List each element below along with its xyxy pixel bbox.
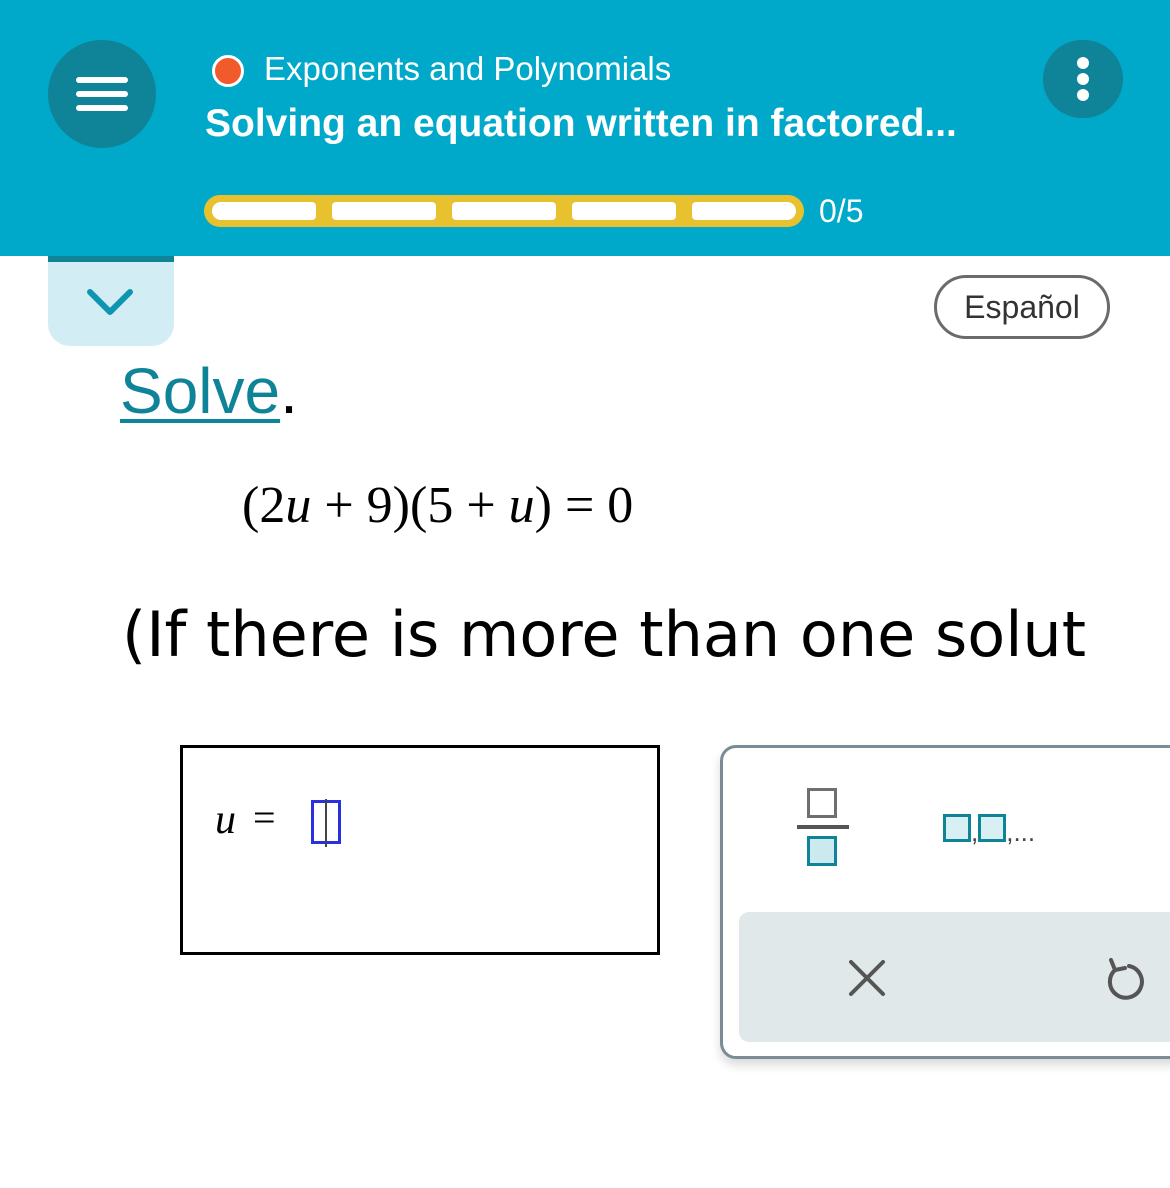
progress-segment: [332, 202, 436, 220]
solve-link[interactable]: Solve: [120, 355, 280, 427]
answer-input[interactable]: [311, 799, 341, 847]
equation-term: + 9: [311, 477, 393, 534]
equation: (2u + 9)(5 + u) = 0: [242, 476, 633, 535]
language-toggle-button[interactable]: Español: [934, 275, 1110, 339]
chevron-down-icon: [87, 289, 133, 315]
hint-text: (If there is more than one solut: [122, 598, 1087, 671]
equation-variable: u: [508, 477, 535, 534]
equation-term: 5 +: [427, 477, 509, 534]
more-options-button[interactable]: [1043, 40, 1123, 118]
progress-segment: [212, 202, 316, 220]
answer-equals: =: [253, 795, 276, 840]
math-keypad: , ,...: [720, 745, 1170, 1059]
equation-rhs: = 0: [551, 477, 634, 534]
instruction: Solve.: [120, 354, 298, 428]
list-separator: ,: [971, 817, 979, 847]
status-dot: [212, 55, 244, 87]
progress-count: 0/5: [819, 193, 864, 229]
topic-label: Exponents and Polynomials: [264, 50, 672, 87]
list-slot-icon: [943, 814, 971, 842]
list-ellipsis: ,...: [1006, 817, 1036, 847]
equation-paren: ): [392, 477, 410, 534]
progress-segment: [572, 202, 676, 220]
equation-paren: ): [534, 477, 552, 534]
progress-segment: [692, 202, 796, 220]
equation-variable: u: [285, 477, 312, 534]
list-slot-icon: [978, 814, 1007, 842]
equation-paren: (: [242, 477, 260, 534]
instruction-period: .: [280, 355, 298, 427]
fraction-button[interactable]: [797, 788, 851, 874]
undo-icon[interactable]: [1101, 956, 1145, 1002]
close-icon[interactable]: [847, 958, 887, 998]
header-bar: Exponents and Polynomials Solving an equ…: [0, 0, 1170, 256]
text-cursor: [325, 799, 327, 847]
collapse-button[interactable]: [48, 256, 174, 346]
menu-button[interactable]: [48, 40, 156, 148]
equation-paren: (: [409, 477, 428, 534]
answer-variable: u: [215, 797, 236, 843]
keypad-action-tray: [739, 912, 1170, 1042]
progress-bar: [204, 195, 804, 227]
equation-coefficient: 2: [259, 477, 286, 534]
progress-segment: [452, 202, 556, 220]
list-button[interactable]: , ,...: [943, 814, 1036, 847]
answer-box[interactable]: u =: [180, 745, 660, 955]
page-title: Solving an equation written in factored.…: [205, 102, 957, 145]
